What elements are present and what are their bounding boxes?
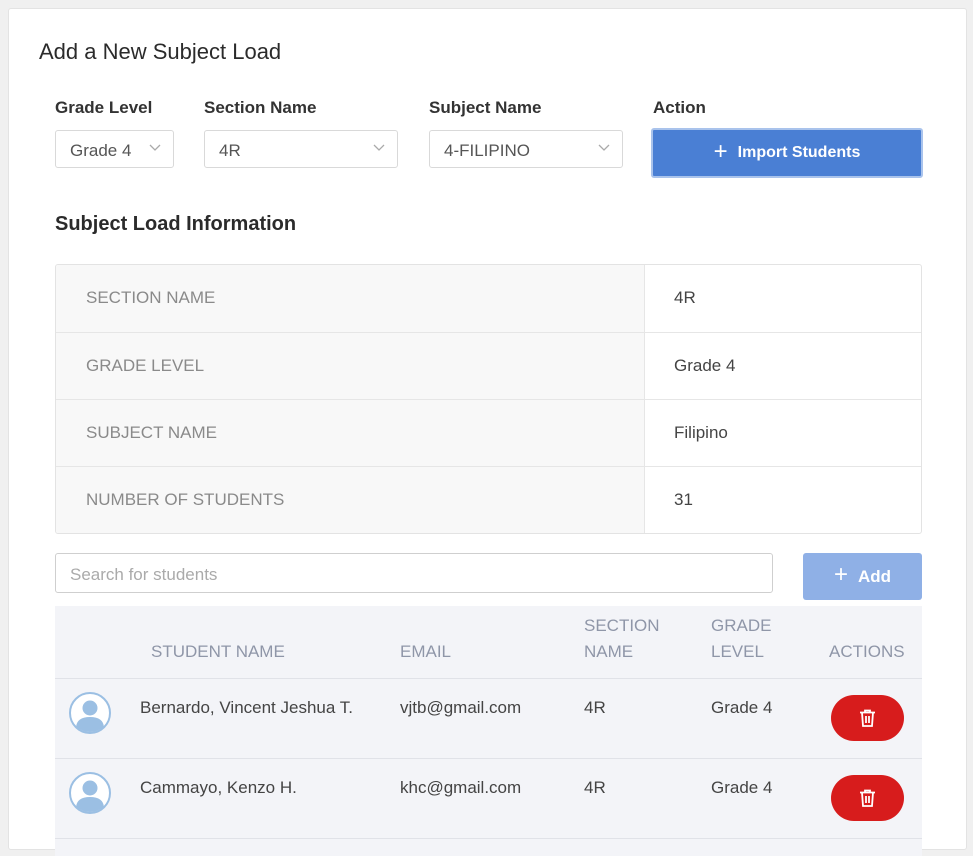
info-value: 31: [674, 490, 693, 509]
info-value: Filipino: [674, 423, 728, 442]
delete-student-button[interactable]: [831, 775, 904, 821]
delete-student-button[interactable]: [831, 695, 904, 741]
section-name-label: Section Name: [204, 98, 317, 117]
chevron-down-icon: [598, 144, 610, 151]
chevron-down-icon: [149, 144, 161, 151]
subject-load-info-heading: Subject Load Information: [55, 213, 297, 235]
import-students-button[interactable]: + Import Students: [651, 128, 923, 178]
trash-icon: [860, 709, 875, 727]
table-row: Cammayo, Kenzo H. khc@gmail.com 4R Grade…: [55, 759, 922, 839]
add-student-button[interactable]: + Add: [803, 553, 922, 600]
header-grade-level: GRADE LEVEL: [711, 616, 772, 661]
students-table: STUDENT NAME EMAIL SECTION NAME GRADE LE…: [55, 606, 922, 856]
info-key: GRADE LEVEL: [86, 356, 205, 375]
info-row-section-name: SECTION NAME 4R: [56, 265, 921, 332]
student-email: vjtb@gmail.com: [400, 698, 522, 717]
user-avatar-icon: [69, 692, 111, 734]
plus-icon: +: [833, 561, 848, 588]
subject-name-value: 4-FILIPINO: [444, 141, 530, 160]
info-value: 4R: [674, 288, 696, 307]
chevron-down-icon: [373, 144, 385, 151]
student-grade: Grade 4: [711, 778, 773, 797]
student-email: khc@gmail.com: [400, 778, 522, 797]
action-label: Action: [653, 98, 706, 117]
add-label: Add: [857, 566, 892, 586]
student-grade: Grade 4: [711, 698, 773, 717]
student-name: Bernardo, Vincent Jeshua T.: [140, 698, 353, 717]
import-students-label: Import Students: [737, 144, 861, 161]
info-key: SUBJECT NAME: [86, 423, 217, 442]
subject-load-info-table: SECTION NAME 4R GRADE LEVEL Grade 4 SUBJ…: [55, 264, 922, 534]
grade-level-label: Grade Level: [55, 98, 153, 117]
grade-level-select[interactable]: Grade 4: [55, 130, 174, 168]
subject-name-label: Subject Name: [429, 98, 542, 117]
subject-name-select[interactable]: 4-FILIPINO: [429, 130, 623, 168]
student-name: Cammayo, Kenzo H.: [140, 778, 297, 797]
search-students-input[interactable]: Search for students: [55, 553, 773, 593]
subject-load-card: Add a New Subject Load Grade Level Secti…: [8, 8, 967, 856]
info-row-number-of-students: NUMBER OF STUDENTS 31: [56, 466, 921, 533]
plus-icon: +: [713, 137, 728, 165]
user-avatar-icon: [69, 772, 111, 814]
info-key: SECTION NAME: [86, 288, 216, 307]
info-value: Grade 4: [674, 356, 736, 375]
student-section: 4R: [584, 778, 606, 797]
header-email: EMAIL: [400, 642, 452, 661]
info-row-grade-level: GRADE LEVEL Grade 4: [56, 332, 921, 400]
grade-level-value: Grade 4: [70, 141, 132, 160]
search-placeholder: Search for students: [70, 565, 218, 584]
page-title: Add a New Subject Load: [39, 39, 282, 64]
header-actions: ACTIONS: [829, 642, 905, 661]
table-row: Bernardo, Vincent Jeshua T. vjtb@gmail.c…: [55, 679, 922, 759]
section-name-value: 4R: [219, 141, 241, 160]
student-section: 4R: [584, 698, 606, 717]
header-section-name: SECTION NAME: [584, 616, 660, 661]
info-row-subject-name: SUBJECT NAME Filipino: [56, 399, 921, 467]
section-name-select[interactable]: 4R: [204, 130, 398, 168]
info-key: NUMBER OF STUDENTS: [86, 490, 285, 509]
trash-icon: [860, 789, 875, 807]
header-student-name: STUDENT NAME: [151, 642, 285, 661]
